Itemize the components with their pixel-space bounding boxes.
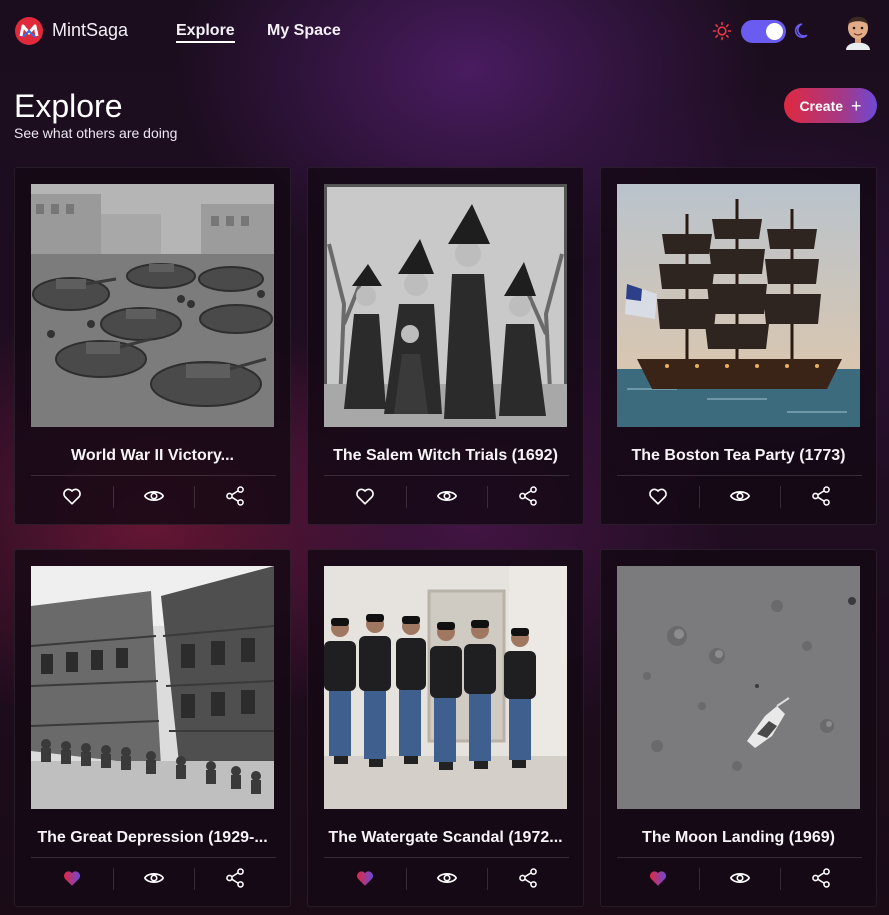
user-avatar[interactable] xyxy=(840,10,876,50)
create-button-label: Create xyxy=(799,97,844,114)
card-actions xyxy=(617,480,862,512)
moon-surface-image xyxy=(617,566,860,809)
great-depression-image xyxy=(31,566,274,809)
card-title[interactable]: The Watergate Scandal (1972... xyxy=(324,829,567,847)
top-nav: MintSaga Explore My Space xyxy=(0,0,889,64)
share-icon xyxy=(519,868,538,888)
toggle-knob xyxy=(766,23,783,40)
eye-icon xyxy=(729,491,750,501)
story-card[interactable]: The Watergate Scandal (1972... xyxy=(307,549,584,907)
share-button[interactable] xyxy=(487,480,569,512)
card-actions xyxy=(31,862,276,894)
brand-name: MintSaga xyxy=(52,20,129,40)
story-card[interactable]: The Great Depression (1929-... xyxy=(14,549,291,907)
story-card[interactable]: The Salem Witch Trials (1692) xyxy=(307,167,584,525)
share-icon xyxy=(226,868,245,888)
card-actions xyxy=(324,862,569,894)
create-button[interactable]: Create + xyxy=(784,88,877,123)
card-divider xyxy=(324,475,569,476)
view-button[interactable] xyxy=(405,862,488,894)
card-title[interactable]: The Moon Landing (1969) xyxy=(617,829,860,847)
heart-filled-icon xyxy=(63,871,80,886)
like-button[interactable] xyxy=(324,862,406,894)
card-image[interactable] xyxy=(31,566,274,809)
wwii-tanks-image xyxy=(31,184,274,427)
eye-icon xyxy=(143,873,164,883)
page-subtitle: See what others are doing xyxy=(14,125,178,141)
nav-explore[interactable]: Explore xyxy=(176,22,235,43)
share-button[interactable] xyxy=(194,480,276,512)
like-button[interactable] xyxy=(324,480,406,512)
like-button[interactable] xyxy=(31,862,113,894)
mintsaga-logo[interactable] xyxy=(14,16,44,46)
like-button[interactable] xyxy=(31,480,113,512)
eye-icon xyxy=(436,491,457,501)
card-image[interactable] xyxy=(617,184,860,427)
share-button[interactable] xyxy=(780,480,862,512)
heart-filled-icon xyxy=(649,871,666,886)
view-button[interactable] xyxy=(698,862,781,894)
like-button[interactable] xyxy=(617,862,699,894)
share-button[interactable] xyxy=(194,862,276,894)
share-icon xyxy=(812,486,831,506)
story-card[interactable]: World War II Victory... xyxy=(14,167,291,525)
card-image[interactable] xyxy=(617,566,860,809)
theme-toggle[interactable] xyxy=(741,20,786,43)
story-card[interactable]: The Boston Tea Party (1773) xyxy=(600,167,877,525)
heart-icon xyxy=(355,488,374,505)
watergate-image xyxy=(324,566,567,809)
share-button[interactable] xyxy=(780,862,862,894)
card-divider xyxy=(324,857,569,858)
plus-icon: + xyxy=(851,95,862,116)
view-button[interactable] xyxy=(112,862,195,894)
share-icon xyxy=(812,868,831,888)
view-button[interactable] xyxy=(405,480,488,512)
card-actions xyxy=(31,480,276,512)
card-actions xyxy=(617,862,862,894)
card-image[interactable] xyxy=(31,184,274,427)
heart-icon xyxy=(62,488,81,505)
heart-icon xyxy=(648,488,667,505)
view-button[interactable] xyxy=(698,480,781,512)
heart-filled-icon xyxy=(356,871,373,886)
sun-icon xyxy=(712,21,732,41)
page-title: Explore xyxy=(14,88,123,124)
card-title[interactable]: The Salem Witch Trials (1692) xyxy=(324,447,567,465)
view-button[interactable] xyxy=(112,480,195,512)
card-divider xyxy=(31,857,276,858)
card-title[interactable]: World War II Victory... xyxy=(31,447,274,465)
card-divider xyxy=(31,475,276,476)
card-image[interactable] xyxy=(324,184,567,427)
eye-icon xyxy=(436,873,457,883)
story-card[interactable]: The Moon Landing (1969) xyxy=(600,549,877,907)
card-divider xyxy=(617,857,862,858)
share-icon xyxy=(226,486,245,506)
card-divider xyxy=(617,475,862,476)
like-button[interactable] xyxy=(617,480,699,512)
moon-icon xyxy=(794,23,808,38)
boston-ship-image xyxy=(617,184,860,427)
card-image[interactable] xyxy=(324,566,567,809)
salem-witches-image xyxy=(324,184,567,427)
share-icon xyxy=(519,486,538,506)
card-title[interactable]: The Boston Tea Party (1773) xyxy=(617,447,860,465)
eye-icon xyxy=(143,491,164,501)
share-button[interactable] xyxy=(487,862,569,894)
card-title[interactable]: The Great Depression (1929-... xyxy=(31,829,274,847)
eye-icon xyxy=(729,873,750,883)
nav-my-space[interactable]: My Space xyxy=(267,22,341,40)
card-actions xyxy=(324,480,569,512)
